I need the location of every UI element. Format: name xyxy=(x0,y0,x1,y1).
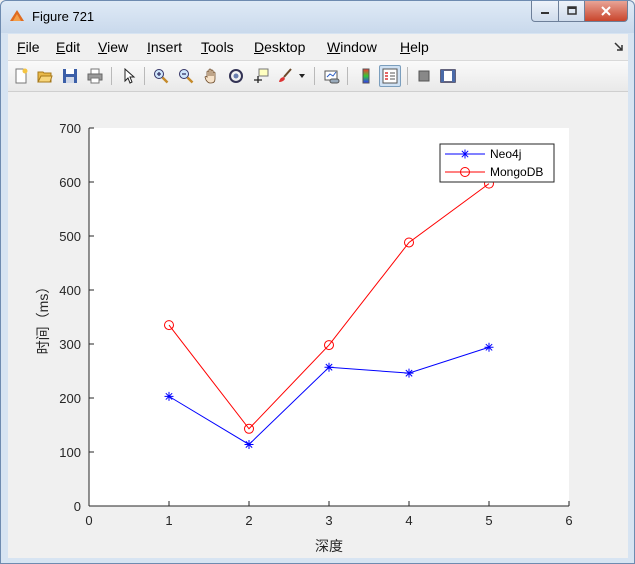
pan-icon xyxy=(204,68,216,84)
x-tick-label: 5 xyxy=(485,513,492,528)
menu-edit[interactable]: Edit xyxy=(56,39,80,55)
rotate-3d-button[interactable] xyxy=(225,65,247,87)
data-point[interactable] xyxy=(244,439,254,449)
dock-arrow-icon[interactable] xyxy=(614,42,624,52)
brush-dropdown-button[interactable] xyxy=(296,65,308,87)
pan-button[interactable] xyxy=(200,65,222,87)
x-tick-label: 3 xyxy=(325,513,332,528)
y-axis-label: 时间（ms） xyxy=(35,280,51,355)
close-icon xyxy=(601,6,611,16)
menu-bar: File Edit View Insert Tools Desktop Wind… xyxy=(8,34,628,59)
legend-icon xyxy=(382,68,398,84)
legend-button[interactable] xyxy=(379,65,401,87)
save-icon xyxy=(63,69,77,83)
minimize-icon xyxy=(541,12,549,14)
data-cursor-button[interactable] xyxy=(250,65,272,87)
window-title: Figure 721 xyxy=(32,9,95,24)
menu-tools[interactable]: Tools xyxy=(201,39,234,55)
data-point[interactable] xyxy=(164,391,174,401)
menu-file[interactable]: File xyxy=(17,39,40,55)
x-tick-label: 6 xyxy=(565,513,572,528)
y-tick-label: 300 xyxy=(59,337,81,352)
y-tick-label: 400 xyxy=(59,283,81,298)
data-point[interactable] xyxy=(324,362,334,372)
zoom-in-icon xyxy=(154,69,169,84)
pointer-icon xyxy=(124,68,136,84)
axes-background xyxy=(89,128,569,506)
y-tick-label: 200 xyxy=(59,391,81,406)
legend-label: Neo4j xyxy=(490,147,521,161)
menu-help[interactable]: Help xyxy=(400,39,429,55)
x-tick-label: 1 xyxy=(165,513,172,528)
open-file-icon xyxy=(37,71,53,83)
maximize-icon xyxy=(566,6,577,15)
link-plot-button[interactable] xyxy=(321,65,343,87)
new-figure-icon xyxy=(15,68,28,84)
data-point[interactable] xyxy=(404,368,414,378)
title-bar[interactable]: Figure 721 xyxy=(1,1,634,33)
show-plot-tools-button[interactable] xyxy=(437,65,459,87)
print-icon xyxy=(87,68,103,84)
data-point[interactable] xyxy=(484,342,494,352)
y-tick-label: 700 xyxy=(59,121,81,136)
zoom-in-button[interactable] xyxy=(150,65,172,87)
y-tick-label: 100 xyxy=(59,445,81,460)
brush-icon xyxy=(279,68,292,82)
figure-toolbar xyxy=(8,60,628,92)
save-button[interactable] xyxy=(59,65,81,87)
legend-label: MongoDB xyxy=(490,165,543,179)
figure-client-area: File Edit View Insert Tools Desktop Wind… xyxy=(8,34,628,558)
menu-window[interactable]: Window xyxy=(327,39,377,55)
toolbar-separator xyxy=(144,67,145,85)
zoom-out-icon xyxy=(179,69,194,84)
data-point[interactable] xyxy=(460,149,470,159)
menu-view[interactable]: View xyxy=(98,39,128,55)
figure-canvas: 0 1 2 3 4 5 6 0 100 200 300 400 500 600 700 深度 时间（ms） … xyxy=(8,92,628,558)
rotate-3d-icon xyxy=(229,69,243,83)
colorbar-icon xyxy=(362,68,370,84)
show-plot-tools-icon xyxy=(440,69,456,83)
zoom-out-button[interactable] xyxy=(175,65,197,87)
toolbar-separator xyxy=(407,67,408,85)
toolbar-separator xyxy=(314,67,315,85)
legend[interactable]: Neo4j MongoDB xyxy=(439,143,555,183)
link-plot-icon xyxy=(324,70,340,84)
menu-insert[interactable]: Insert xyxy=(147,39,182,55)
toolbar-separator xyxy=(111,67,112,85)
y-tick-label: 500 xyxy=(59,229,81,244)
pointer-button[interactable] xyxy=(118,65,140,87)
hide-plot-tools-button[interactable] xyxy=(413,65,435,87)
minimize-button[interactable] xyxy=(531,1,559,22)
new-figure-button[interactable] xyxy=(10,65,32,87)
open-file-button[interactable] xyxy=(34,65,56,87)
line-chart[interactable]: 0 1 2 3 4 5 60100200300400500600700 深度 时间（ms） … xyxy=(8,92,628,558)
x-tick-label: 2 xyxy=(245,513,252,528)
toolbar-separator xyxy=(347,67,348,85)
x-tick-label: 0 xyxy=(85,513,92,528)
hide-plot-tools-icon xyxy=(418,70,430,82)
chevron-down-icon xyxy=(299,74,305,78)
brush-button[interactable] xyxy=(274,65,296,87)
matlab-icon xyxy=(10,10,24,21)
close-button[interactable] xyxy=(585,1,628,22)
print-button[interactable] xyxy=(84,65,106,87)
colorbar-button[interactable] xyxy=(355,65,377,87)
x-axis-label: 深度 xyxy=(315,538,343,554)
y-tick-label: 0 xyxy=(74,499,81,514)
maximize-button[interactable] xyxy=(559,1,585,22)
data-cursor-icon xyxy=(254,68,269,83)
x-tick-label: 4 xyxy=(405,513,412,528)
y-tick-label: 600 xyxy=(59,175,81,190)
menu-desktop[interactable]: Desktop xyxy=(254,39,305,55)
figure-window: Figure 721 File Edit View Insert Tools D… xyxy=(0,0,635,564)
